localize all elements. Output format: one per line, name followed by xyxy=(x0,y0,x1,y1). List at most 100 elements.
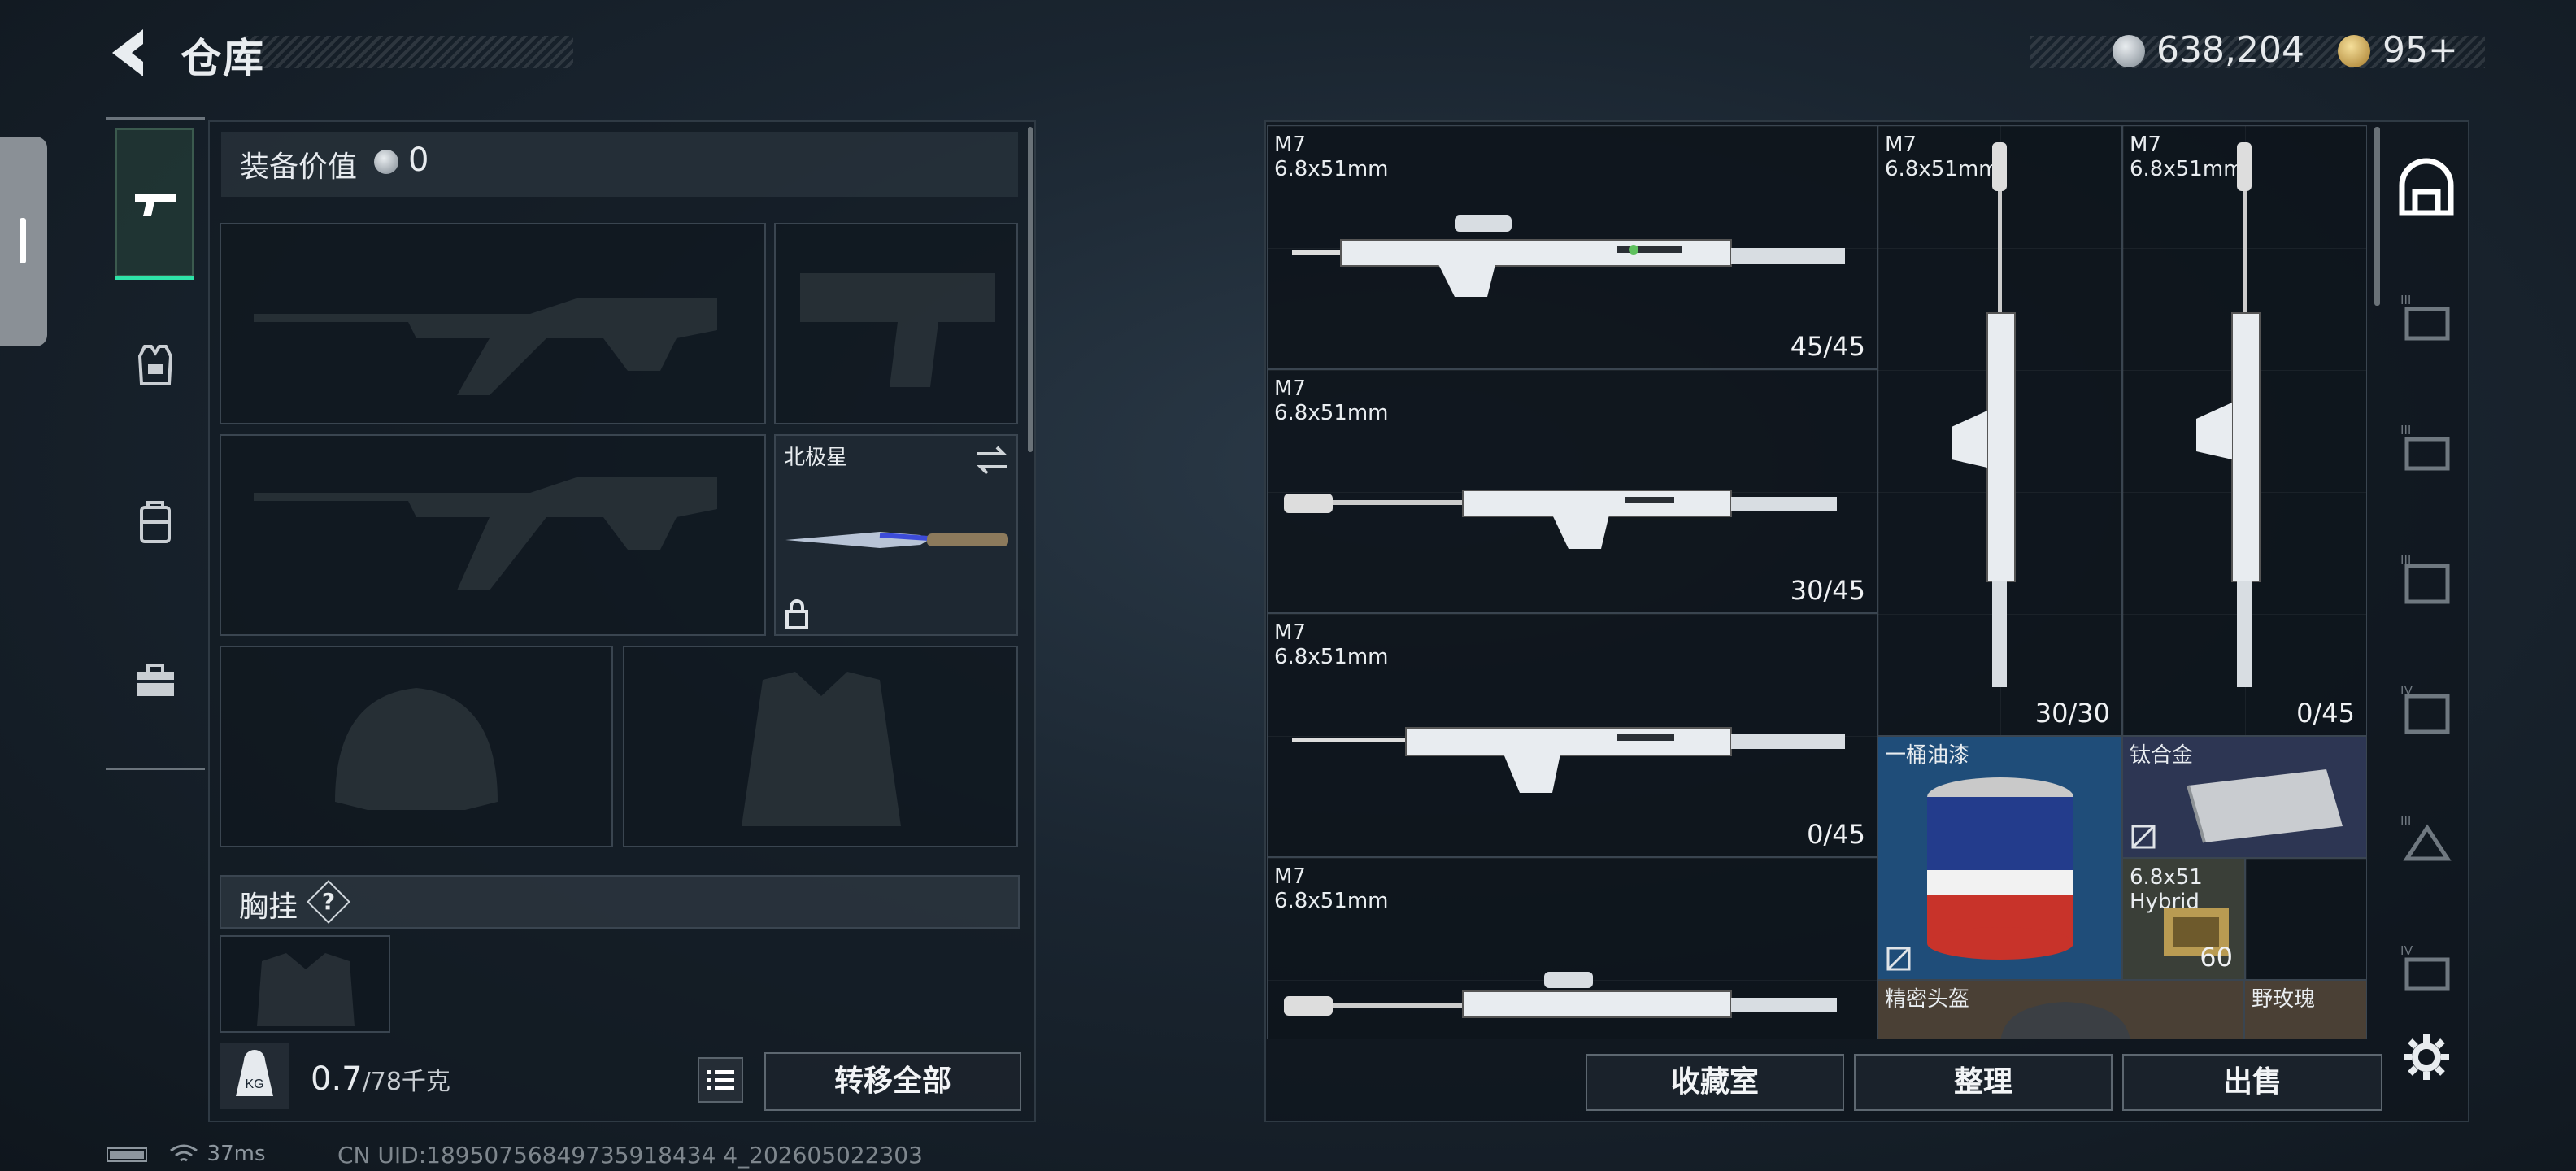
rifle-image xyxy=(1292,215,1845,297)
stash-item-helmet[interactable]: 精密头盔 xyxy=(1878,980,2244,1039)
stash-item-rifle-vertical[interactable]: M7 6.8x51mm 30/30 xyxy=(1878,125,2122,736)
chest-rig-slot[interactable] xyxy=(220,935,390,1033)
item-name: 一桶油漆 xyxy=(1885,743,1970,768)
equipment-value: 0 xyxy=(408,141,429,179)
silver-coin-icon xyxy=(2113,35,2145,67)
pistol-silhouette-icon xyxy=(800,273,995,387)
silver-currency-value: 638,204 xyxy=(2156,29,2304,71)
backpack-icon[interactable] xyxy=(130,496,181,546)
stash-item-rifle[interactable]: M7 6.8x51mm 30/45 xyxy=(1267,369,1878,613)
armor-vest-icon[interactable] xyxy=(130,340,181,390)
stash-item-ammo[interactable]: 6.8x51 Hybrid 60 xyxy=(2122,858,2245,980)
equipment-scrollbar[interactable] xyxy=(1028,127,1033,452)
stash-grid: M7 6.8x51mm 45/45 M7 6.8x51mm 30/45 M7 6.8x… xyxy=(1267,125,2368,1039)
item-name: M7 xyxy=(1885,133,1917,157)
rig-silhouette-icon xyxy=(257,953,355,1026)
tier-iii-pack-icon[interactable]: III xyxy=(2399,550,2456,607)
tier-label: III xyxy=(2400,294,2411,307)
rifle-image xyxy=(1292,727,1845,793)
item-name: 精密头盔 xyxy=(1885,987,1970,1012)
item-ammo-count: 0/45 xyxy=(1807,819,1865,850)
rifle-silhouette-icon xyxy=(254,298,717,395)
rail-divider xyxy=(106,117,205,120)
stash-item-paint[interactable]: 一桶油漆 xyxy=(1878,736,2122,980)
secondary-weapon-slot[interactable] xyxy=(220,434,766,636)
stash-empty-cell[interactable] xyxy=(2245,858,2367,980)
wifi-icon xyxy=(170,1144,198,1161)
rifle-image xyxy=(1284,972,1837,1018)
user-uid: CN UID:18950756849735918434 4_2026050223… xyxy=(337,1142,923,1169)
silver-coin-icon xyxy=(374,150,398,174)
help-text: ? xyxy=(321,888,336,915)
tier-iv-case-icon[interactable]: IV xyxy=(2399,940,2456,997)
weight-max: /78千克 xyxy=(362,1068,450,1096)
stash-item-rifle[interactable]: M7 6.8x51mm xyxy=(1267,857,1878,1039)
toolbox-icon[interactable] xyxy=(130,655,181,706)
item-name: 野玫瑰 xyxy=(2252,987,2316,1012)
list-view-button[interactable] xyxy=(698,1057,743,1103)
titanium-ingot-image xyxy=(2187,769,2343,843)
rifle-image-vertical xyxy=(2196,142,2261,687)
melee-name: 北极星 xyxy=(784,446,848,470)
tier-iv-pack-icon[interactable]: IV xyxy=(2399,680,2456,737)
stash-item-rifle[interactable]: M7 6.8x51mm 45/45 xyxy=(1267,125,1878,369)
stash-item-rose[interactable]: 野玫瑰 xyxy=(2244,980,2367,1039)
item-caliber: 6.8x51mm xyxy=(1274,889,1389,913)
item-ammo-count: 30/30 xyxy=(2034,698,2110,729)
rail-divider xyxy=(106,768,205,770)
stash-item-rifle-vertical[interactable]: M7 6.8x51mm 0/45 xyxy=(2122,125,2367,736)
backpack-active-icon xyxy=(2399,158,2454,216)
rifle-silhouette-icon xyxy=(254,477,717,590)
rifle-image-vertical xyxy=(1952,142,2016,687)
swap-icon[interactable] xyxy=(974,444,1010,477)
item-ammo-count: 45/45 xyxy=(1790,331,1865,362)
stash-scrollbar[interactable] xyxy=(2374,127,2380,306)
kg-label: KG xyxy=(245,1077,263,1091)
melee-slot[interactable]: 北极星 xyxy=(774,434,1018,636)
stash-item-titanium[interactable]: 钛合金 xyxy=(2122,736,2367,858)
transfer-all-button[interactable]: 转移全部 xyxy=(764,1052,1021,1111)
item-name: M7 xyxy=(2130,133,2161,157)
tier-iii-case-icon[interactable]: III xyxy=(2399,810,2456,867)
sort-button[interactable]: 整理 xyxy=(1854,1054,2113,1111)
no-trade-icon xyxy=(2131,825,2156,849)
tier-iii-rig-icon[interactable]: III xyxy=(2399,420,2456,477)
primary-weapon-slot[interactable] xyxy=(220,223,766,424)
network-status: 37ms xyxy=(106,1142,266,1167)
drawer-handle-icon[interactable] xyxy=(0,137,47,346)
page-title: 仓库 xyxy=(181,35,265,82)
item-name: M7 xyxy=(1274,377,1306,401)
tier-iii-rig-icon[interactable]: III xyxy=(2399,289,2456,346)
lock-icon xyxy=(785,599,808,629)
knife-image xyxy=(785,532,1008,548)
gear-icon[interactable] xyxy=(2400,1031,2452,1083)
chevron-left-icon xyxy=(112,29,143,76)
title-decoration xyxy=(244,36,573,68)
helmet-image xyxy=(2000,1002,2130,1039)
tier-label: III xyxy=(2400,814,2411,828)
chest-rig-label: 胸挂 xyxy=(239,890,298,924)
item-name: M7 xyxy=(1274,620,1306,645)
back-button[interactable] xyxy=(104,24,153,81)
gold-currency-value[interactable]: 95+ xyxy=(2382,29,2458,71)
item-count: 60 xyxy=(2200,942,2233,973)
kg-weight-icon: KG xyxy=(236,1050,273,1096)
item-name: 6.8x51 xyxy=(2130,865,2203,890)
helmet-slot[interactable] xyxy=(220,646,613,847)
sell-button[interactable]: 出售 xyxy=(2122,1054,2382,1111)
helmet-silhouette-icon xyxy=(335,688,498,810)
weight-icon: KG xyxy=(220,1043,289,1109)
item-ammo-count: 30/45 xyxy=(1790,575,1865,606)
weight-readout: 0.7/78千克 xyxy=(311,1060,450,1098)
ping-value: 37ms xyxy=(207,1142,266,1166)
rifle-image xyxy=(1284,490,1837,549)
container-tab-backpack[interactable] xyxy=(2391,153,2462,224)
item-ammo-count: 0/45 xyxy=(2296,698,2355,729)
gold-coin-icon xyxy=(2338,35,2370,67)
sidearm-slot[interactable] xyxy=(774,223,1018,424)
armor-slot[interactable] xyxy=(623,646,1018,847)
pistol-icon xyxy=(135,194,176,216)
armor-silhouette-icon xyxy=(742,672,901,826)
stash-item-rifle[interactable]: M7 6.8x51mm 0/45 xyxy=(1267,613,1878,857)
collection-room-button[interactable]: 收藏室 xyxy=(1586,1054,1844,1111)
